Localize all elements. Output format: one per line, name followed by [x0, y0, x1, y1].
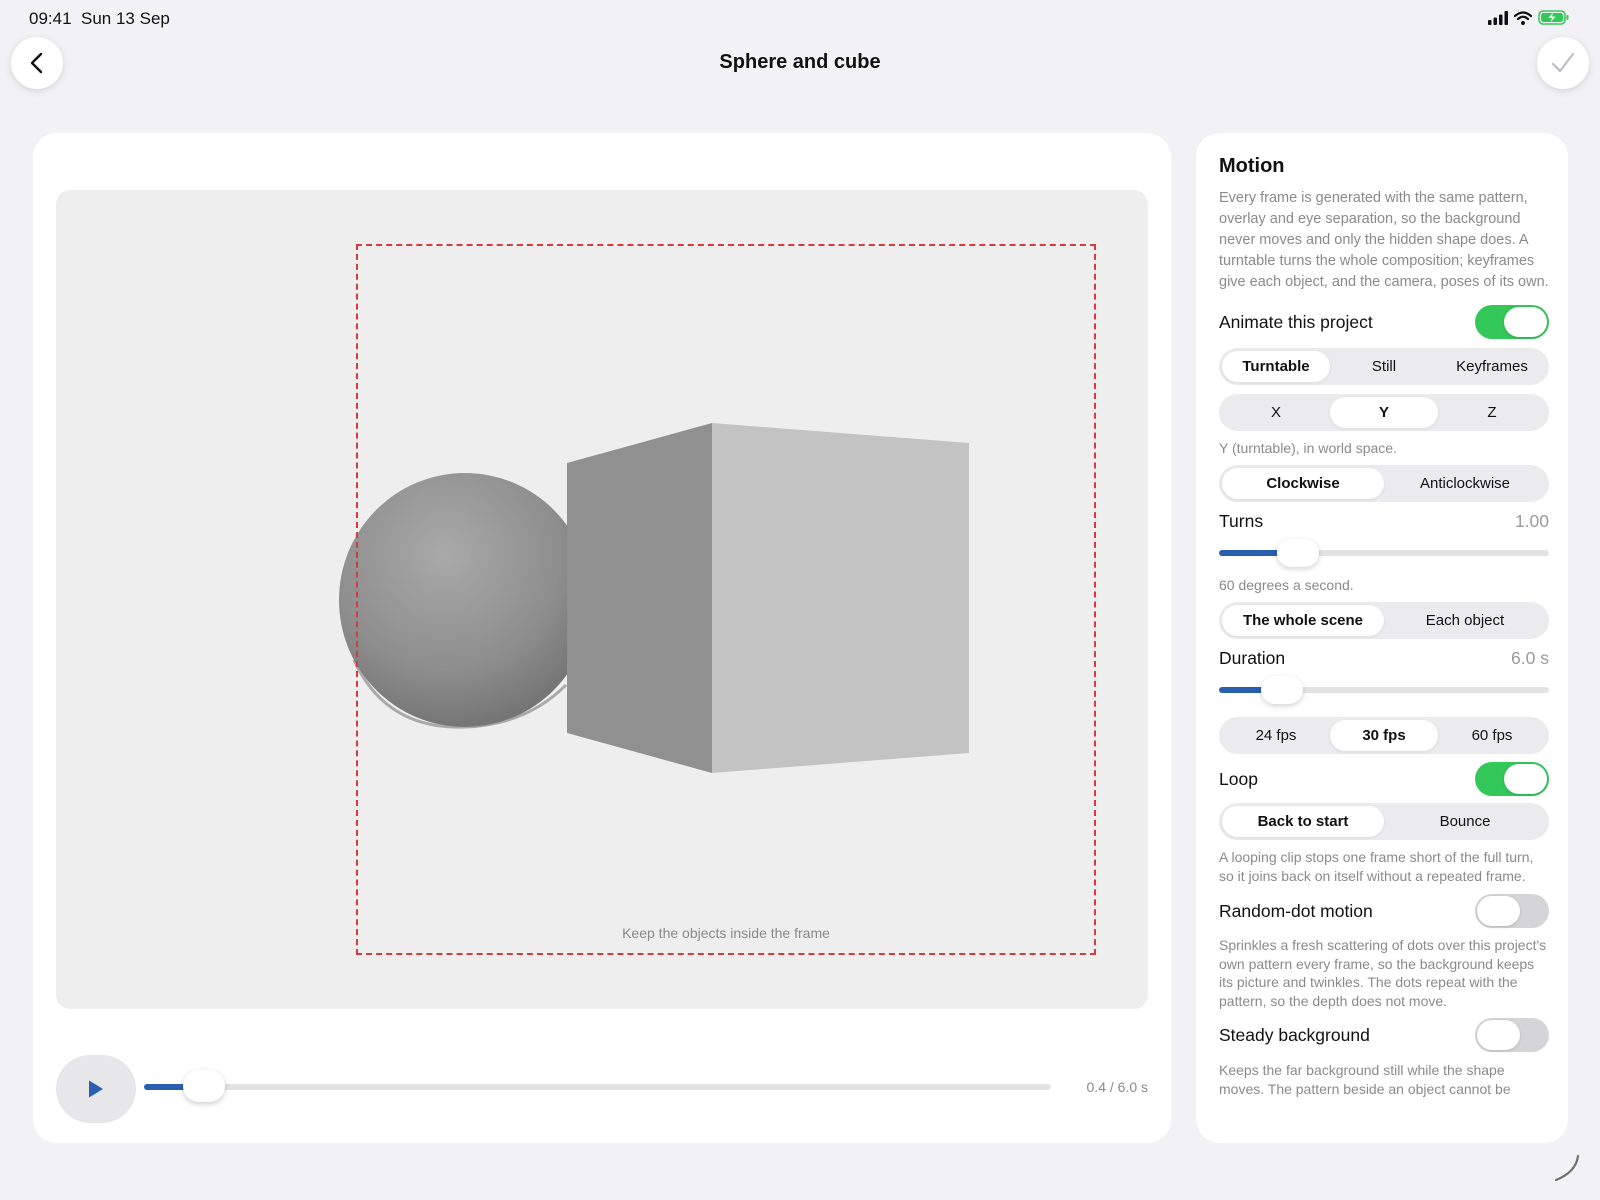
duration-value: 6.0 s — [1511, 648, 1549, 668]
slider-thumb[interactable] — [1260, 676, 1303, 704]
random-dot-toggle[interactable] — [1475, 894, 1549, 928]
fps-option-30[interactable]: 30 fps — [1330, 720, 1438, 751]
safe-frame — [356, 244, 1096, 955]
steady-toggle[interactable] — [1475, 1018, 1549, 1052]
toggle-knob — [1504, 307, 1547, 337]
done-button[interactable] — [1537, 37, 1589, 89]
loop-label: Loop — [1219, 768, 1258, 789]
direction-option-anticlockwise[interactable]: Anticlockwise — [1384, 468, 1546, 499]
slider-thumb[interactable] — [1277, 538, 1320, 567]
toggle-knob — [1477, 896, 1520, 926]
loop-toggle[interactable] — [1475, 762, 1549, 796]
motion-description: Every frame is generated with the same p… — [1219, 190, 1549, 290]
play-icon — [89, 1080, 103, 1098]
steady-note: Keeps the far background still while the… — [1219, 1062, 1511, 1097]
mode-option-turntable[interactable]: Turntable — [1222, 351, 1330, 382]
turns-label: Turns — [1219, 510, 1264, 531]
fps-option-24[interactable]: 24 fps — [1222, 720, 1330, 751]
direction-option-clockwise[interactable]: Clockwise — [1222, 467, 1384, 499]
resize-handle-icon — [1554, 1154, 1580, 1182]
wifi-icon — [1514, 10, 1532, 25]
duration-label: Duration — [1219, 648, 1286, 668]
battery-charging-icon — [1538, 10, 1569, 25]
axis-note: Y (turntable), in world space. — [1219, 440, 1397, 456]
loop-row: Loop — [1219, 762, 1549, 796]
axis-option-x[interactable]: X — [1222, 397, 1330, 428]
cellular-signal-icon — [1488, 10, 1508, 25]
timeline-thumb[interactable] — [183, 1070, 226, 1102]
time-readout: 0.4 / 6.0 s — [1086, 1079, 1148, 1095]
scope-segmented-control: The whole scene Each object — [1219, 602, 1549, 639]
toggle-knob — [1504, 764, 1547, 794]
turns-value: 1.00 — [1514, 510, 1549, 531]
status-icons — [1488, 10, 1570, 25]
fps-option-60[interactable]: 60 fps — [1438, 720, 1546, 751]
loop-option-back-to-start[interactable]: Back to start — [1222, 806, 1384, 837]
status-time: 09:41 Sun 13 Sep — [29, 9, 170, 29]
random-dot-note: Sprinkles a fresh scattering of dots ove… — [1219, 937, 1547, 1009]
loop-note: A looping clip stops one frame short of … — [1219, 849, 1534, 884]
motion-heading: Motion — [1219, 155, 1285, 177]
fps-segmented-control: 24 fps 30 fps 60 fps — [1219, 717, 1549, 754]
status-date-text: Sun 13 Sep — [81, 9, 170, 28]
checkmark-icon — [1551, 52, 1575, 73]
steady-label: Steady background — [1219, 1024, 1370, 1045]
turns-slider[interactable] — [1219, 538, 1549, 568]
turns-note: 60 degrees a second. — [1219, 576, 1354, 593]
timeline-scrubber[interactable] — [144, 1070, 1051, 1102]
duration-slider[interactable] — [1219, 675, 1549, 705]
random-dot-label: Random-dot motion — [1219, 900, 1373, 921]
mode-segmented-control: Turntable Still Keyframes — [1219, 348, 1549, 385]
canvas-card: Keep the objects inside the frame 0.4 / … — [33, 133, 1171, 1143]
direction-segmented-control: Clockwise Anticlockwise — [1219, 464, 1549, 502]
motion-panel: Motion Every frame is generated with the… — [1196, 133, 1568, 1143]
turns-row: Turns 1.00 — [1219, 511, 1549, 532]
scope-option-each-object[interactable]: Each object — [1384, 605, 1546, 636]
axis-segmented-control: X Y Z — [1219, 394, 1549, 431]
scope-option-whole-scene[interactable]: The whole scene — [1222, 605, 1384, 636]
page-title: Sphere and cube — [719, 51, 881, 73]
animate-toggle[interactable] — [1475, 305, 1549, 339]
play-button[interactable] — [56, 1055, 136, 1123]
axis-option-z[interactable]: Z — [1438, 397, 1546, 428]
mode-option-keyframes[interactable]: Keyframes — [1438, 351, 1546, 382]
mode-option-still[interactable]: Still — [1330, 351, 1438, 382]
status-time-text: 09:41 — [29, 9, 72, 28]
loop-option-bounce[interactable]: Bounce — [1384, 806, 1546, 837]
random-dot-row: Random-dot motion — [1219, 894, 1549, 928]
scene-viewport[interactable]: Keep the objects inside the frame — [56, 190, 1148, 1009]
axis-option-y[interactable]: Y — [1330, 397, 1438, 428]
animate-label: Animate this project — [1219, 311, 1373, 332]
steady-row: Steady background — [1219, 1018, 1549, 1052]
loop-mode-segmented-control: Back to start Bounce — [1219, 803, 1549, 840]
duration-row: Duration 6.0 s — [1219, 648, 1549, 669]
animate-row: Animate this project — [1219, 305, 1549, 339]
frame-hint: Keep the objects inside the frame — [622, 925, 830, 941]
toggle-knob — [1477, 1020, 1520, 1050]
